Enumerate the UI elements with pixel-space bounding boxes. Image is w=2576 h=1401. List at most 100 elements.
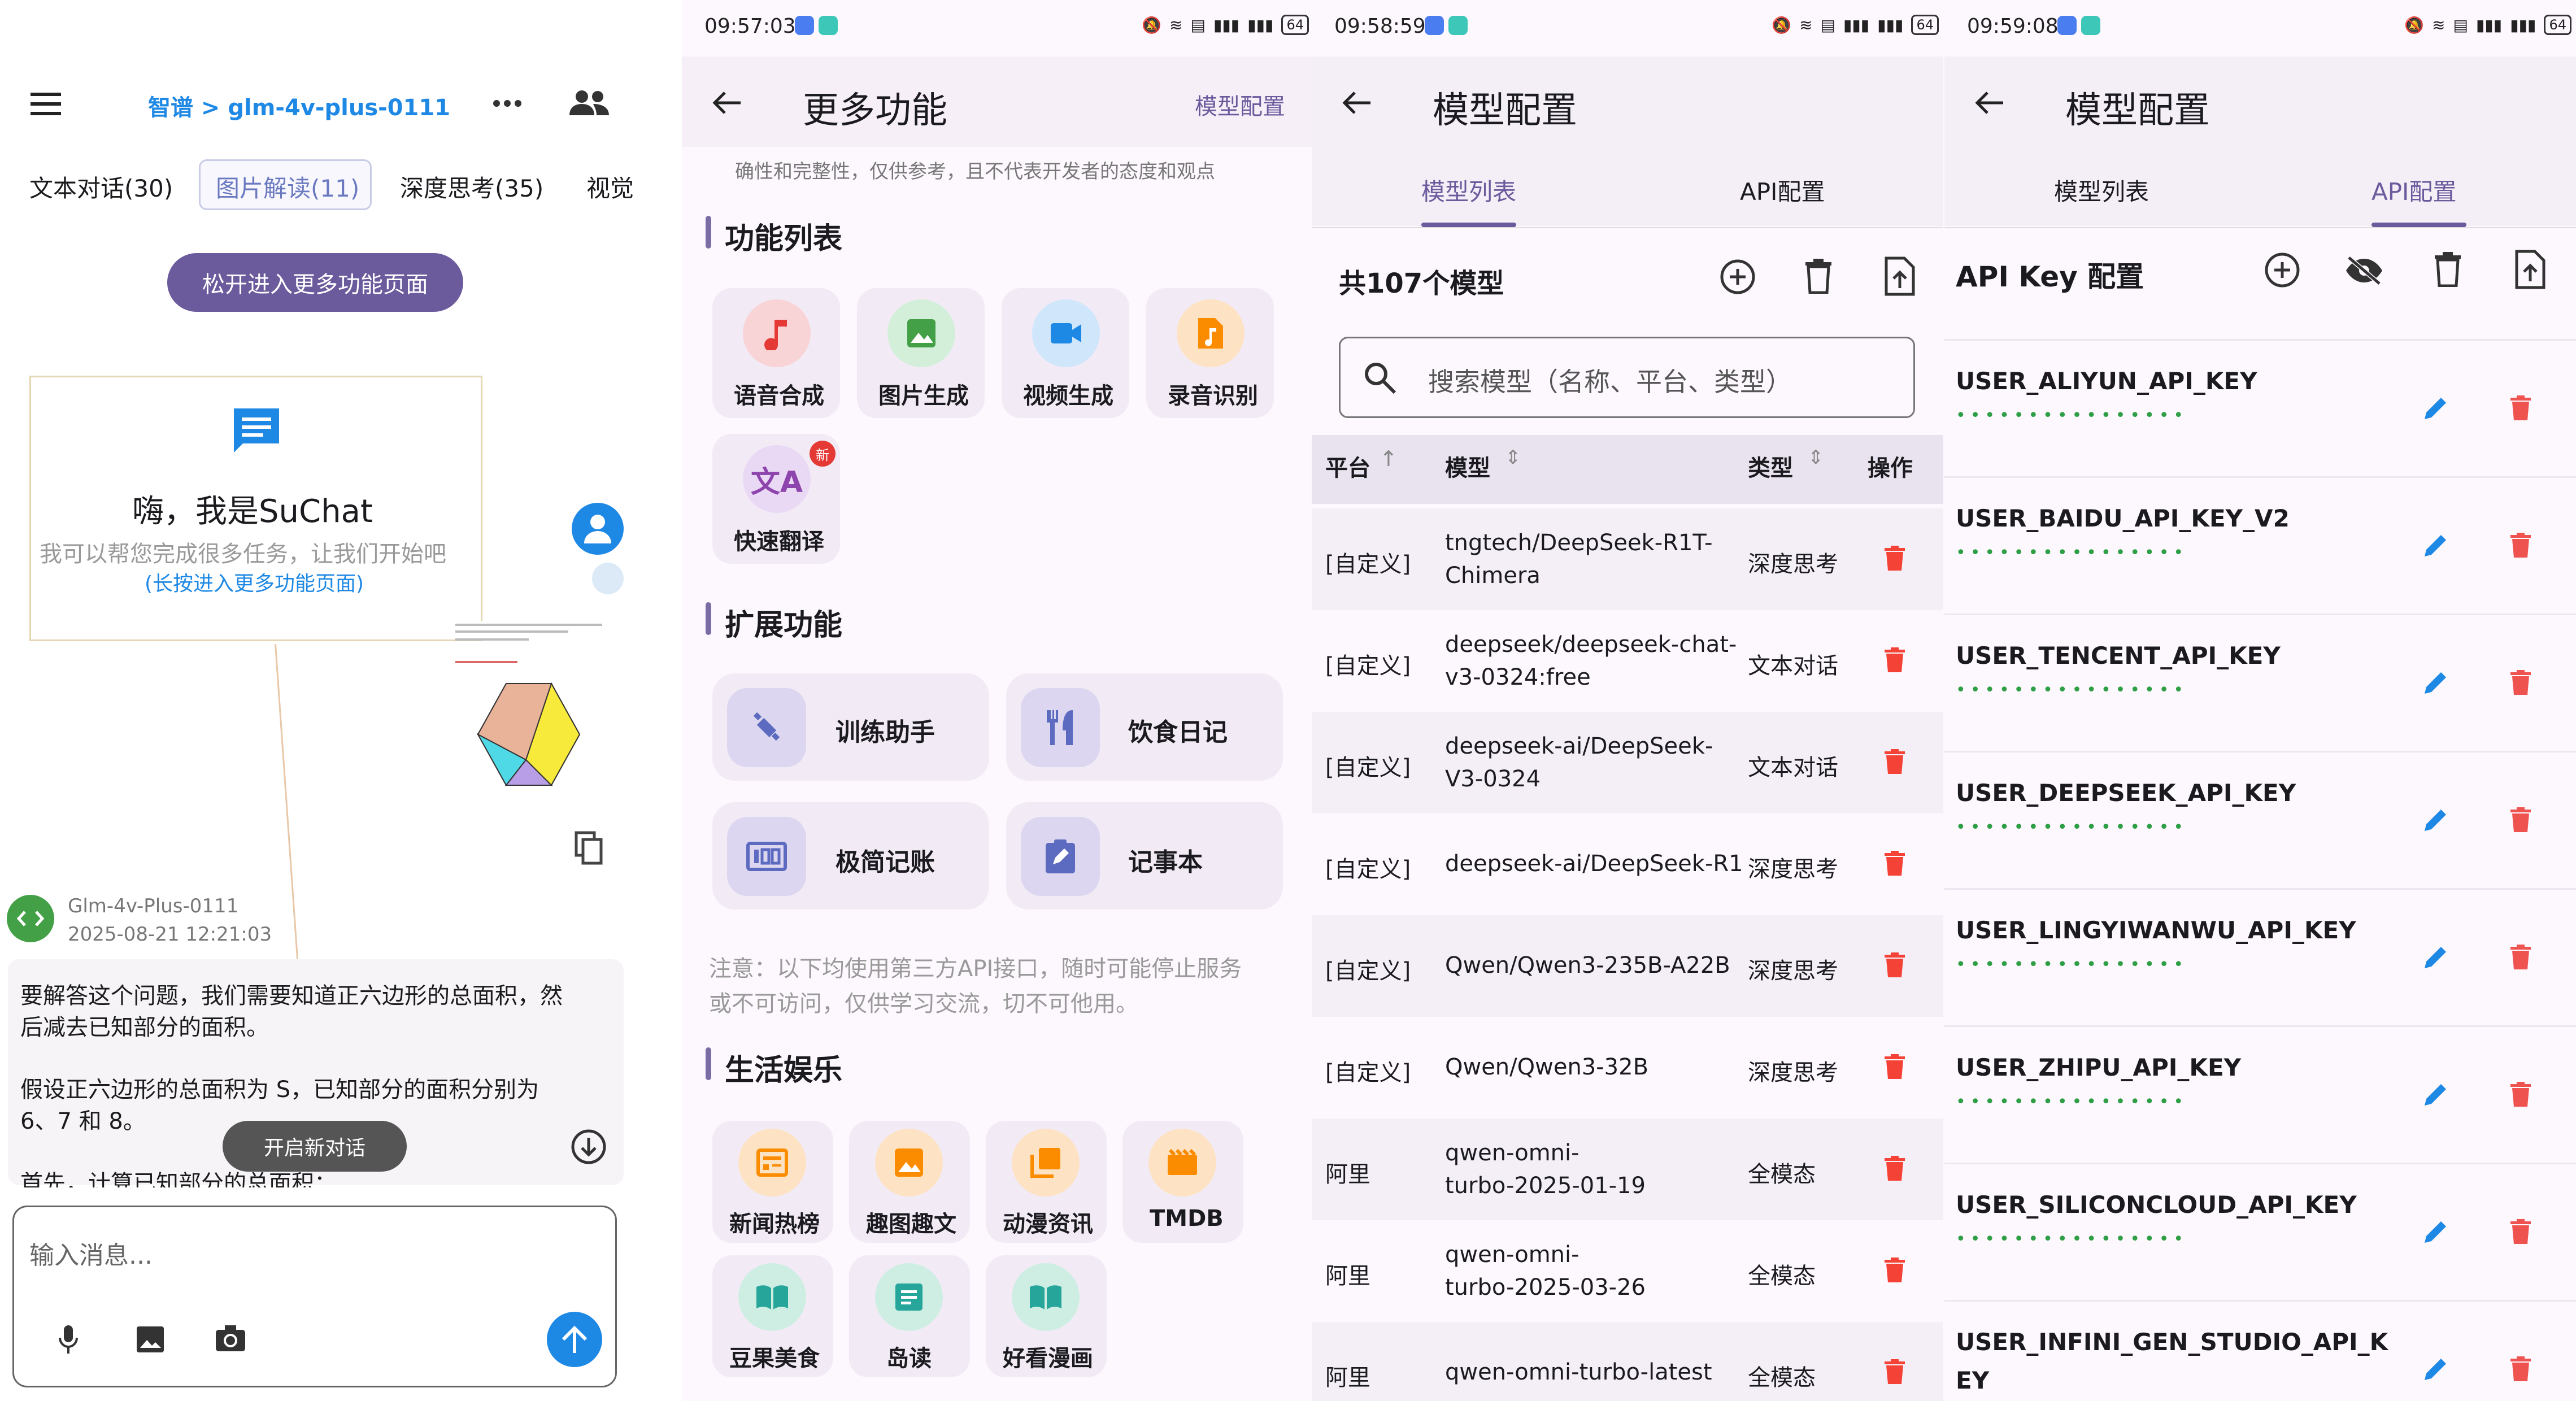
page-title: 模型配置: [2065, 90, 2210, 132]
top-bar: [1312, 56, 1943, 226]
col-type[interactable]: 类型: [1748, 450, 1793, 482]
sort-up-icon[interactable]: ↑: [1380, 446, 1398, 471]
sort-toggle-icon[interactable]: ⇕: [1808, 446, 1824, 469]
status-icons: 🔕 ≋ ▤ ▮▮▮ ▮▮▮ 64: [1142, 15, 1309, 35]
tab-model-list[interactable]: 模型列表: [1421, 173, 1516, 207]
ent-label: 好看漫画: [1003, 1346, 1093, 1372]
image-icon: [887, 299, 955, 367]
back-arrow-icon[interactable]: [1341, 90, 1372, 115]
delete-key-icon[interactable]: [2510, 807, 2531, 832]
welcome-link[interactable]: (长按进入更多功能页面): [145, 567, 364, 597]
feature-label: 图片生成: [878, 383, 969, 409]
row-type: 深度思考: [1748, 856, 1838, 882]
edit-icon[interactable]: [2422, 669, 2449, 696]
model-row[interactable]: [1312, 1220, 1943, 1322]
edit-icon[interactable]: [2422, 1355, 2449, 1382]
image-icon[interactable]: [136, 1325, 165, 1354]
api-key-masked-value: ••••••••••••••••: [1956, 1092, 2188, 1112]
add-circle-icon[interactable]: [1720, 259, 1756, 295]
delete-key-icon[interactable]: [2510, 1082, 2531, 1107]
video-icon: [1032, 299, 1100, 367]
api-key-masked-value: ••••••••••••••••: [1956, 1229, 2188, 1249]
section-bar: [706, 602, 711, 635]
status-time: 09:57:03: [704, 15, 796, 38]
delete-key-icon[interactable]: [2510, 1356, 2531, 1381]
delete-row-icon[interactable]: [1885, 546, 1905, 571]
api-key-name-line2: EY: [1956, 1367, 1990, 1394]
status-app-icons: [1425, 16, 1468, 35]
edit-icon[interactable]: [2422, 1218, 2449, 1245]
sort-toggle-icon[interactable]: ⇕: [1505, 446, 1521, 469]
edit-icon[interactable]: [2422, 394, 2449, 421]
delete-key-icon[interactable]: [2510, 670, 2531, 695]
welcome-title: 嗨，我是SuChat: [132, 493, 373, 530]
add-circle-icon[interactable]: [2264, 252, 2300, 288]
delete-key-icon[interactable]: [2510, 1219, 2531, 1244]
api-key-name: USER_BAIDU_API_KEY_V2: [1956, 504, 2290, 532]
more-icon[interactable]: [493, 99, 522, 107]
new-chat-button[interactable]: 开启新对话: [223, 1121, 407, 1172]
edit-icon[interactable]: [2422, 943, 2449, 971]
ent-label: 岛读: [886, 1346, 932, 1372]
delete-row-icon[interactable]: [1885, 1156, 1905, 1181]
row-type: 深度思考: [1748, 551, 1838, 577]
delete-key-icon[interactable]: [2510, 945, 2531, 969]
camera-icon[interactable]: [215, 1324, 246, 1352]
new-chat-label: 开启新对话: [263, 1137, 365, 1160]
tab-model-list[interactable]: 模型列表: [2054, 173, 2149, 207]
menu-icon[interactable]: [29, 90, 63, 118]
export-icon[interactable]: [2515, 250, 2545, 289]
menu-book-icon: [738, 1263, 806, 1331]
delete-key-icon[interactable]: [2510, 533, 2531, 558]
copy-icon[interactable]: [574, 830, 604, 865]
delete-row-icon[interactable]: [1885, 647, 1905, 672]
export-icon[interactable]: [1885, 256, 1915, 296]
row-model-line1: qwen-omni-: [1445, 1140, 1579, 1166]
msg-p1-line2: 后减去已知部分的面积。: [20, 1015, 269, 1041]
delete-row-icon[interactable]: [1885, 851, 1905, 876]
api-key-name: USER_LINGYIWANWU_API_KEY: [1956, 916, 2356, 944]
api-key-masked-value: ••••••••••••••••: [1956, 543, 2188, 563]
delete-icon[interactable]: [2434, 251, 2462, 287]
tab-api-config[interactable]: API配置: [2372, 173, 2456, 207]
picture-icon: [875, 1129, 943, 1196]
tab-api-config[interactable]: API配置: [1740, 173, 1825, 207]
tab-vision[interactable]: 视觉: [586, 169, 634, 204]
tab-text-chat[interactable]: 文本对话(30): [29, 169, 173, 204]
delete-row-icon[interactable]: [1885, 1359, 1905, 1384]
api-note-line2: 或不可访问，仅供学习交流，切不可他用。: [709, 991, 1138, 1017]
status-bar: 09:57:03 🔕 ≋ ▤ ▮▮▮ ▮▮▮ 64: [682, 11, 1326, 40]
col-platform[interactable]: 平台: [1325, 450, 1370, 482]
delete-icon[interactable]: [1804, 258, 1833, 294]
delete-row-icon[interactable]: [1885, 749, 1905, 774]
hexagon-image[interactable]: [455, 621, 607, 797]
back-arrow-icon[interactable]: [1974, 90, 2004, 115]
people-icon[interactable]: [568, 89, 610, 116]
ext-label: 记事本: [1128, 848, 1203, 877]
send-button[interactable]: [547, 1312, 602, 1367]
message-input[interactable]: [12, 1206, 617, 1387]
edit-icon[interactable]: [2422, 806, 2449, 833]
edit-icon[interactable]: [2422, 532, 2449, 559]
scroll-down-icon[interactable]: [571, 1129, 607, 1165]
model-config-link[interactable]: 模型配置: [1195, 88, 1285, 121]
edit-icon[interactable]: [2422, 1081, 2449, 1108]
mic-icon[interactable]: [58, 1324, 79, 1355]
visibility-off-icon[interactable]: [2344, 255, 2384, 286]
row-model-line1: deepseek-ai/DeepSeek-R1: [1445, 851, 1743, 877]
delete-row-icon[interactable]: [1885, 1054, 1905, 1079]
msg-p2-line1: 假设正六边形的总面积为 S，已知部分的面积分别为: [20, 1077, 539, 1103]
delete-row-icon[interactable]: [1885, 1258, 1905, 1282]
model-row[interactable]: [1312, 1119, 1943, 1220]
row-type: 深度思考: [1748, 958, 1838, 984]
header-title[interactable]: 智谱 > glm-4v-plus-0111: [148, 89, 450, 122]
back-arrow-icon[interactable]: [711, 90, 742, 115]
delete-key-icon[interactable]: [2510, 395, 2531, 420]
chat-screen: 智谱 > glm-4v-plus-0111 文本对话(30) 图片解读(11) …: [0, 0, 644, 1401]
delete-row-icon[interactable]: [1885, 952, 1905, 977]
tab-divider: [1944, 227, 2576, 228]
col-model[interactable]: 模型: [1445, 450, 1490, 482]
chat-bubble-icon: [234, 408, 279, 453]
api-note-line1: 注意：以下均使用第三方API接口，随时可能停止服务: [709, 956, 1242, 982]
tab-deep-think[interactable]: 深度思考(35): [400, 169, 543, 204]
